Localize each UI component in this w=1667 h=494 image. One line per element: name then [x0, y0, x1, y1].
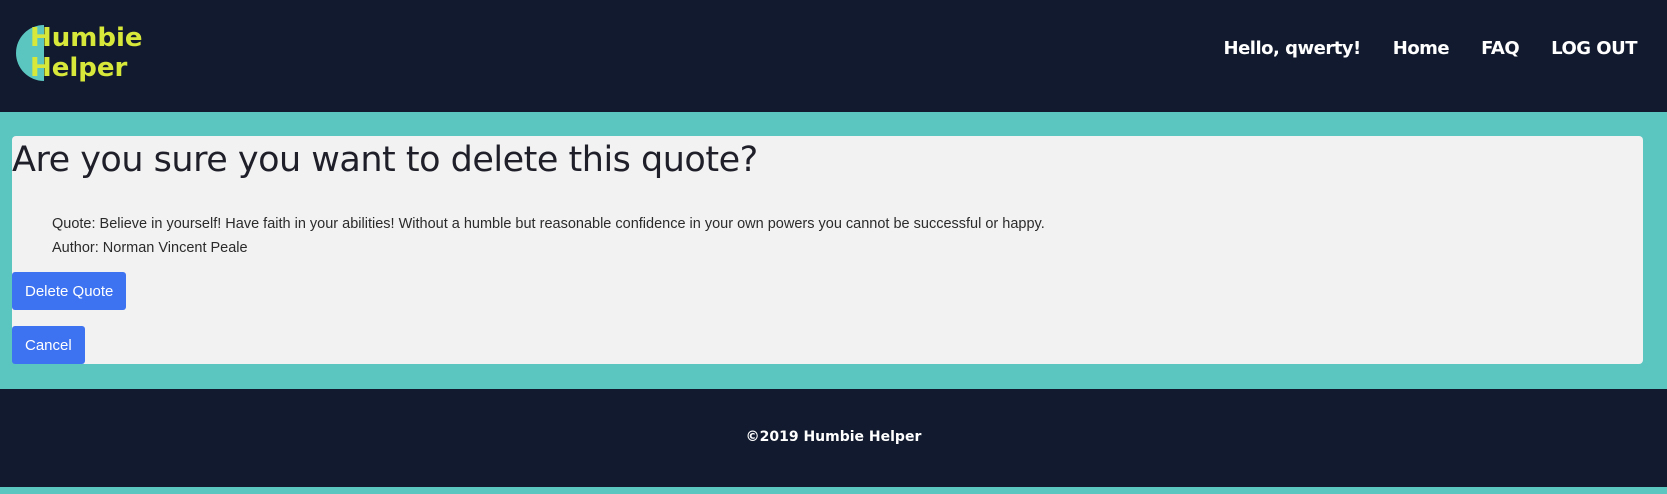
quote-details: Quote: Believe in yourself! Have faith i… [52, 212, 1045, 260]
delete-confirmation-card: Are you sure you want to delete this quo… [12, 136, 1643, 364]
logo-line-2: Helper [30, 53, 128, 83]
footer-copyright: ©2019 Humbie Helper [745, 429, 922, 445]
cancel-button[interactable]: Cancel [12, 326, 85, 364]
nav-faq-link[interactable]: FAQ [1481, 38, 1519, 59]
page-title: Are you sure you want to delete this quo… [12, 140, 758, 180]
logo-text: Humbie Helper [30, 23, 143, 83]
quote-text: Quote: Believe in yourself! Have faith i… [52, 216, 1045, 232]
quote-author: Author: Norman Vincent Peale [52, 240, 248, 256]
humbie-helper-logo[interactable]: Humbie Helper [16, 23, 166, 87]
footer: ©2019 Humbie Helper [0, 389, 1667, 487]
nav-home-link[interactable]: Home [1393, 38, 1450, 59]
delete-quote-button[interactable]: Delete Quote [12, 272, 127, 310]
nav-logout-link[interactable]: LOG OUT [1551, 38, 1637, 59]
navbar: Humbie Helper Hello, qwerty! Home FAQ LO… [0, 0, 1667, 112]
user-greeting-link[interactable]: Hello, qwerty! [1224, 38, 1362, 59]
logo-line-1: Humbie [30, 23, 143, 53]
nav-links: Hello, qwerty! Home FAQ LOG OUT [1224, 38, 1638, 59]
